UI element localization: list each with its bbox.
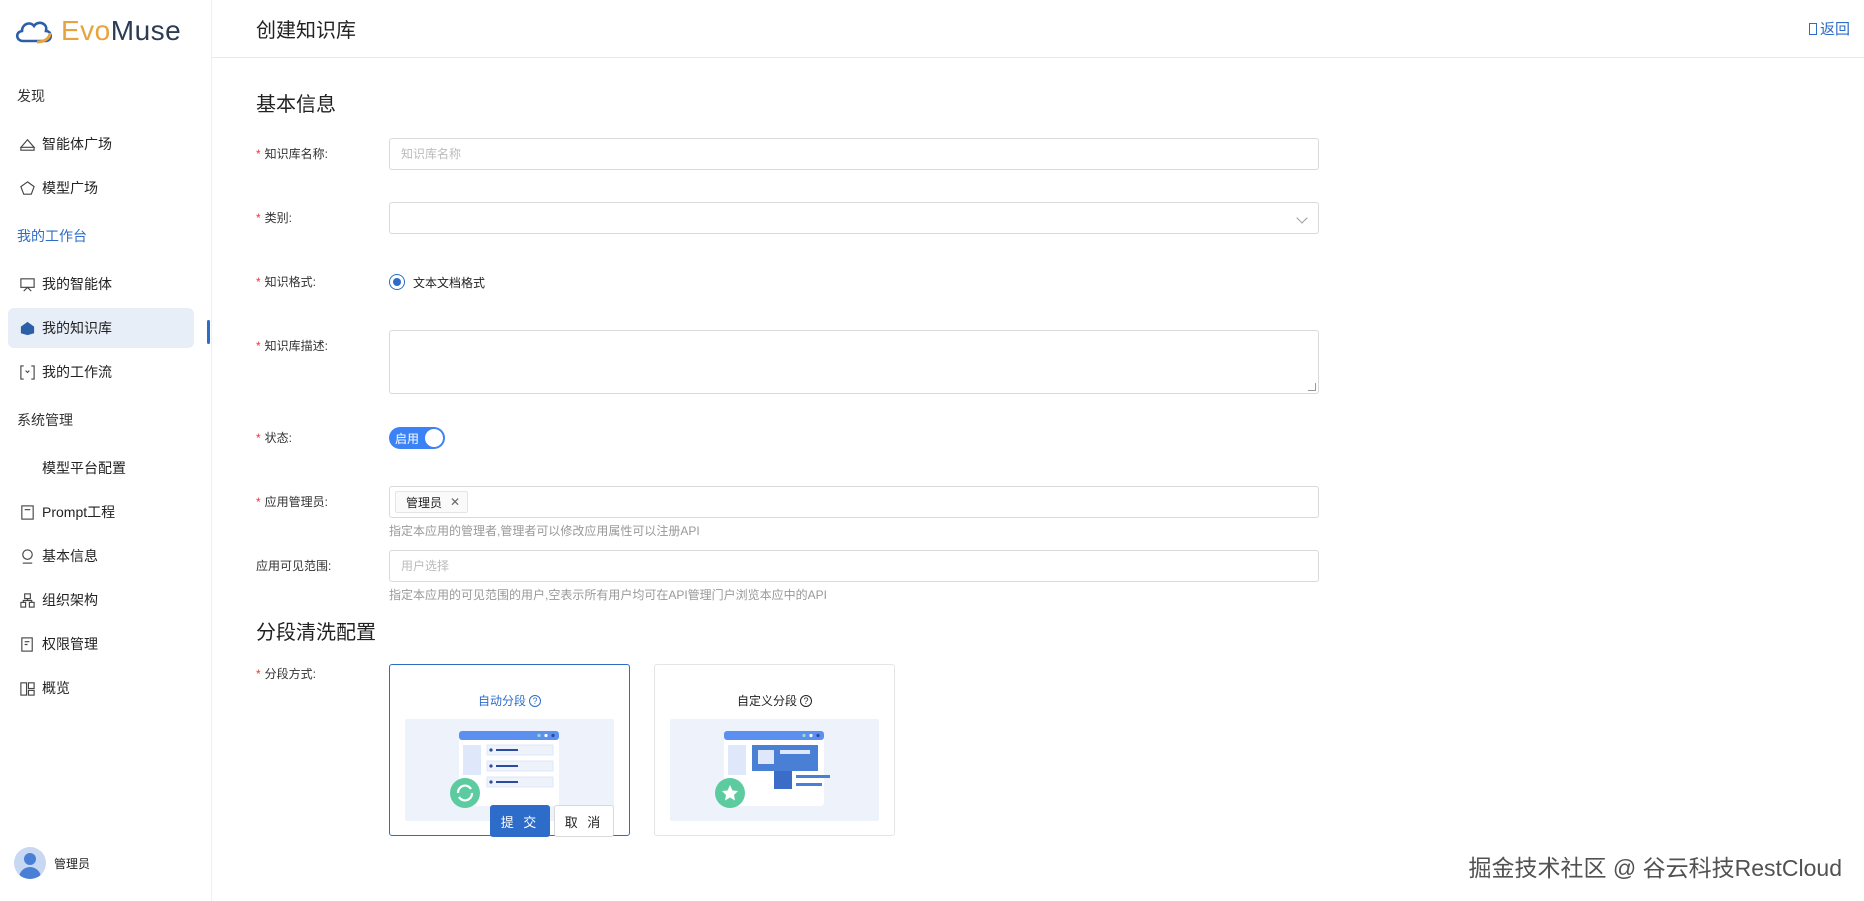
sidebar-item-label: 我的知识库 <box>42 320 112 336</box>
org-structure-icon <box>18 591 36 609</box>
segment-cards: 自动分段? 自定义分段 ? <box>389 664 919 836</box>
agent-square-icon <box>18 135 36 153</box>
sidebar-nav: 发现 智能体广场 模型广场 我的工作台 我的智能体 我的知识库 我的工作流 系统… <box>0 72 211 708</box>
user-name: 管理员 <box>54 856 91 871</box>
segment-card-custom[interactable]: 自定义分段? <box>654 664 895 836</box>
logo[interactable]: EvoMuse <box>0 0 211 62</box>
back-icon <box>1808 22 1817 35</box>
nav-section-system: 系统管理 <box>17 412 73 428</box>
submit-button[interactable]: 提 交 <box>490 805 550 837</box>
field-label: * 知识格式: <box>256 275 317 289</box>
format-radio[interactable]: 文本文档格式 <box>389 266 485 298</box>
row-format: * 知识格式: 文本文档格式 <box>256 266 485 298</box>
category-select[interactable] <box>389 202 1319 234</box>
sidebar-item-label: 我的工作流 <box>42 364 112 380</box>
help-icon: ? <box>529 694 541 707</box>
field-label: * 知识库描述: <box>256 339 329 353</box>
overview-icon <box>18 679 36 697</box>
knowledge-base-icon <box>18 319 36 337</box>
page-title: 创建知识库 <box>256 20 356 42</box>
sidebar-item-permission[interactable]: 权限管理 <box>8 624 194 664</box>
admin-tag: 管理员 ✕ <box>395 491 469 513</box>
admin-select[interactable]: 管理员 ✕ <box>389 486 1319 518</box>
field-label: * 应用管理员: <box>256 495 329 509</box>
visibility-help: 指定本应用的可见范围的用户,空表示所有用户均可在API管理门户浏览本应中的API <box>389 588 828 602</box>
description-textarea[interactable] <box>389 330 1319 394</box>
sidebar-item-my-agent[interactable]: 我的智能体 <box>8 264 194 304</box>
sidebar-item-agent-square[interactable]: 智能体广场 <box>8 124 194 164</box>
switch-knob <box>425 429 443 447</box>
sidebar-item-knowledge-base[interactable]: 我的知识库 <box>8 308 194 348</box>
sidebar-item-label: 模型广场 <box>42 180 98 196</box>
nav-section-workbench: 我的工作台 <box>17 228 87 244</box>
row-description: * 知识库描述: <box>256 330 1319 394</box>
app-root: EvoMuse 发现 智能体广场 模型广场 我的工作台 我的智能体 我的知识库 <box>0 0 1864 901</box>
chevron-down-icon <box>1296 212 1308 224</box>
sidebar-item-prompt[interactable]: Prompt工程 <box>8 492 194 532</box>
sidebar: EvoMuse 发现 智能体广场 模型广场 我的工作台 我的智能体 我的知识库 <box>0 0 212 901</box>
row-visibility: 应用可见范围: 用户选择 指定本应用的可见范围的用户,空表示所有用户均可在API… <box>256 550 1319 603</box>
row-admin: * 应用管理员: 管理员 ✕ 指定本应用的管理者,管理者可以修改应用属性可以注册AP… <box>256 486 1319 539</box>
admin-help: 指定本应用的管理者,管理者可以修改应用属性可以注册API <box>389 524 700 538</box>
sidebar-item-label: 基本信息 <box>42 548 98 564</box>
sidebar-item-overview[interactable]: 概览 <box>8 668 194 708</box>
field-label: 应用可见范围: <box>256 559 332 573</box>
basic-info-icon <box>18 547 36 565</box>
sidebar-item-workflow[interactable]: 我的工作流 <box>8 352 194 392</box>
sidebar-item-model-square[interactable]: 模型广场 <box>8 168 194 208</box>
user-profile[interactable]: 管理员 <box>14 847 90 879</box>
close-icon[interactable]: ✕ <box>450 495 460 509</box>
field-label: * 类别: <box>256 211 293 225</box>
field-label: * 分段方式: <box>256 667 317 681</box>
back-button[interactable]: 返回 <box>1808 18 1850 39</box>
topbar: 创建知识库 返回 <box>212 0 1864 58</box>
row-category: * 类别: <box>256 202 1319 234</box>
radio-selected-icon <box>389 274 405 290</box>
sidebar-item-label: 模型平台配置 <box>42 460 126 476</box>
section-title-basic: 基本信息 <box>256 94 336 116</box>
avatar <box>14 847 46 879</box>
main-content: 创建知识库 返回 基本信息 * 知识库名称: 知识库名称 * 类别: * 知识格式: … <box>212 0 1864 901</box>
sidebar-item-label: 组织架构 <box>42 592 98 608</box>
permission-icon <box>18 635 36 653</box>
workflow-icon <box>18 363 36 381</box>
cloud-logo-icon <box>15 21 53 44</box>
row-name: * 知识库名称: 知识库名称 <box>256 138 1319 170</box>
active-indicator <box>207 320 210 344</box>
card-title: 自定义分段? <box>655 692 894 709</box>
nav-section-discover: 发现 <box>17 88 45 104</box>
prompt-icon <box>18 503 36 521</box>
sidebar-item-label: 权限管理 <box>42 636 98 652</box>
watermark: 掘金技术社区 @ 谷云科技RestCloud <box>1468 855 1842 881</box>
resize-handle-icon[interactable] <box>1308 383 1316 391</box>
sidebar-item-label: Prompt工程 <box>42 504 116 520</box>
row-status: * 状态: 启用 <box>256 422 445 454</box>
visibility-input[interactable]: 用户选择 <box>389 550 1319 582</box>
field-label: * 状态: <box>256 431 293 445</box>
sidebar-item-label: 我的智能体 <box>42 276 112 292</box>
sidebar-item-model-platform[interactable]: 模型平台配置 <box>8 448 194 488</box>
sidebar-item-org[interactable]: 组织架构 <box>8 580 194 620</box>
card-title: 自动分段? <box>390 692 629 709</box>
status-switch[interactable]: 启用 <box>389 427 445 449</box>
cancel-button[interactable]: 取 消 <box>554 805 614 837</box>
sidebar-item-basic-info[interactable]: 基本信息 <box>8 536 194 576</box>
sidebar-item-label: 概览 <box>42 680 70 696</box>
model-square-icon <box>18 179 36 197</box>
my-agent-icon <box>18 275 36 293</box>
form-actions: 提 交 取 消 <box>490 805 614 837</box>
sidebar-item-label: 智能体广场 <box>42 136 112 152</box>
custom-segment-illustration <box>670 719 879 821</box>
help-icon: ? <box>800 694 812 707</box>
section-title-segment: 分段清洗配置 <box>256 622 376 644</box>
field-label: * 知识库名称: <box>256 147 329 161</box>
knowledge-name-input[interactable]: 知识库名称 <box>389 138 1319 170</box>
brand-name: EvoMuse <box>61 15 182 46</box>
